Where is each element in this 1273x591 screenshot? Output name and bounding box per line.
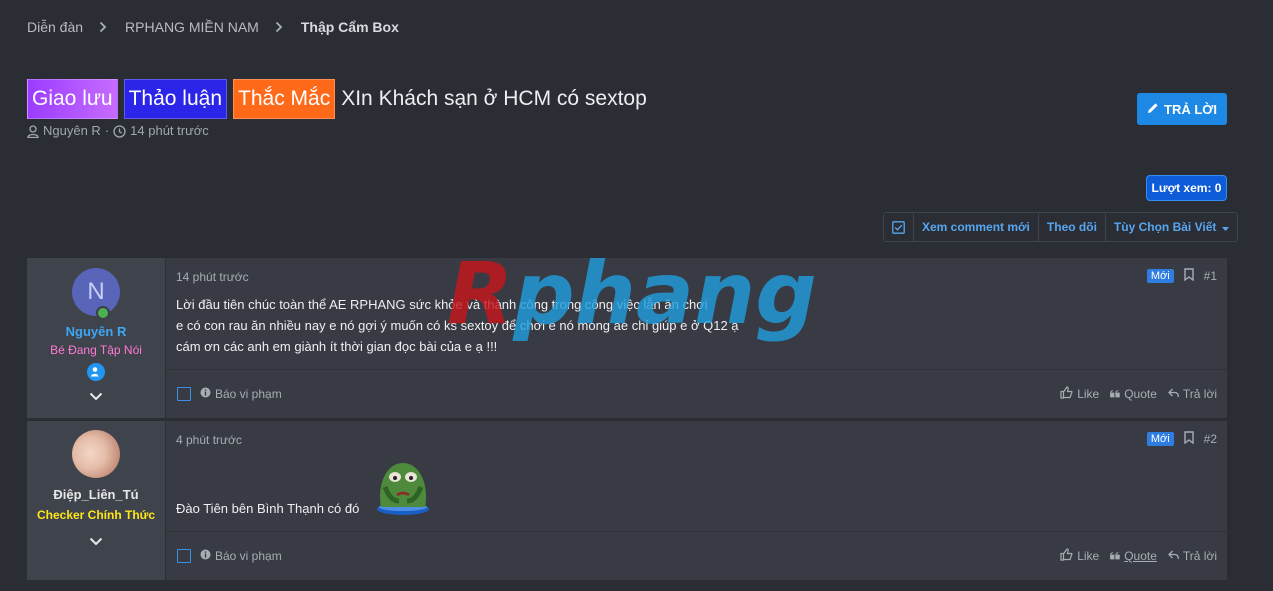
post-user-cell: N Nguyên R Bé Đang Tập Nói: [27, 258, 166, 418]
post-number[interactable]: #1: [1204, 269, 1217, 283]
thread-options-label: Tùy Chọn Bài Viết: [1113, 220, 1217, 234]
new-comments-link[interactable]: Xem comment mới: [913, 213, 1038, 241]
reply-button-label: TRẢ LỜI: [1164, 101, 1217, 117]
sticker-image: [371, 457, 435, 517]
caret-down-icon: [1222, 220, 1230, 234]
quote-icon: [1110, 549, 1120, 563]
reply-button[interactable]: TRẢ LỜI: [1137, 93, 1227, 125]
label-thao-luan[interactable]: Thảo luận: [123, 79, 228, 119]
thread-options-menu[interactable]: Tùy Chọn Bài Viết: [1104, 213, 1237, 241]
post-footer: Báo vi phạm Like Quote Trả lời: [166, 369, 1227, 418]
bookmark-icon[interactable]: [1183, 431, 1194, 447]
post-line: Đào Tiên bên Bình Thạnh có đó: [176, 501, 360, 516]
quote-label: Quote: [1124, 549, 1157, 563]
post-body: Đào Tiên bên Bình Thạnh có đó: [176, 498, 359, 519]
breadcrumb-forum[interactable]: Diễn đàn: [27, 19, 83, 35]
post-actions: Like Quote Trả lời: [1060, 532, 1217, 580]
pencil-icon: [1147, 102, 1159, 117]
like-button[interactable]: Like: [1060, 386, 1099, 402]
like-label: Like: [1077, 549, 1100, 563]
breadcrumb: Diễn đàn RPHANG MIỀN NAM Thập Cẩm Box: [27, 19, 399, 35]
post-meta-right: Mới #1: [1146, 268, 1217, 284]
views-badge: Lượt xem: 0: [1146, 175, 1227, 201]
post-2: Điệp_Liên_Tú Checker Chính Thức 4 phút t…: [27, 421, 1227, 580]
post-content-cell: 4 phút trước Mới #2 Đào Tiên bên Bình Th…: [166, 421, 1227, 580]
label-giao-luu[interactable]: Giao lưu: [27, 79, 118, 119]
quote-label: Quote: [1124, 387, 1157, 401]
report-link[interactable]: Báo vi phạm: [200, 549, 282, 563]
post-content-cell: 14 phút trước Mới #1 Lời đầu tiên chúc t…: [166, 258, 1227, 418]
thread-title-row: Giao lưu Thảo luận Thắc Mắc XIn Khách sạ…: [27, 79, 647, 119]
post-1: N Nguyên R Bé Đang Tập Nói 14 phút trước…: [27, 258, 1227, 418]
post-select-checkbox[interactable]: [177, 387, 191, 401]
meta-separator: ·: [104, 123, 110, 139]
post-line: e có con rau ăn nhiều nay e nó gợi ý muố…: [176, 318, 739, 333]
post-user-cell: Điệp_Liên_Tú Checker Chính Thức: [27, 421, 166, 580]
new-badge: Mới: [1146, 269, 1174, 283]
report-link[interactable]: Báo vi phạm: [200, 387, 282, 401]
reply-arrow-icon: [1167, 387, 1179, 401]
username[interactable]: Điệp_Liên_Tú: [27, 487, 165, 502]
breadcrumb-current[interactable]: Thập Cẩm Box: [301, 19, 399, 35]
breadcrumb-region[interactable]: RPHANG MIỀN NAM: [125, 19, 259, 35]
thread-author[interactable]: Nguyên R: [43, 123, 101, 138]
post-select-checkbox[interactable]: [177, 549, 191, 563]
thread-meta: Nguyên R · 14 phút trước: [27, 123, 209, 139]
post-time[interactable]: 4 phút trước: [176, 433, 242, 447]
reply-post-button[interactable]: Trả lời: [1167, 549, 1217, 563]
reply-label: Trả lời: [1182, 549, 1217, 563]
post-line: cám ơn các anh em giành ít thời gian đọc…: [176, 339, 498, 354]
username[interactable]: Nguyên R: [27, 324, 165, 339]
user-title: Checker Chính Thức: [36, 508, 156, 522]
chevron-right-icon: [275, 21, 287, 33]
quote-icon: [1110, 387, 1120, 401]
reply-post-button[interactable]: Trả lời: [1167, 387, 1217, 401]
new-badge: Mới: [1146, 432, 1174, 446]
page-title: XIn Khách sạn ở HCM có sextop: [341, 87, 647, 110]
avatar-letter: N: [87, 278, 105, 305]
info-icon: [200, 549, 211, 563]
avatar[interactable]: [72, 430, 120, 478]
reply-label: Trả lời: [1182, 387, 1217, 401]
thread-filter-bar: Xem comment mới Theo dõi Tùy Chọn Bài Vi…: [883, 212, 1239, 242]
chevron-down-icon[interactable]: [27, 537, 165, 546]
member-badge-icon: [87, 363, 105, 381]
thumbs-up-icon: [1060, 548, 1073, 564]
reply-arrow-icon: [1167, 549, 1179, 563]
post-number[interactable]: #2: [1204, 432, 1217, 446]
thread-time[interactable]: 14 phút trước: [130, 123, 209, 138]
select-all-checkbox[interactable]: [884, 213, 913, 241]
post-actions: Like Quote Trả lời: [1060, 370, 1217, 418]
quote-button[interactable]: Quote: [1110, 387, 1157, 401]
post-meta-right: Mới #2: [1146, 431, 1217, 447]
info-icon: [200, 387, 211, 401]
post-footer: Báo vi phạm Like Quote Trả lời: [166, 531, 1227, 580]
post-line: Lời đầu tiên chúc toàn thể AE RPHANG sức…: [176, 297, 708, 312]
post-time[interactable]: 14 phút trước: [176, 270, 249, 284]
post-body: Lời đầu tiên chúc toàn thể AE RPHANG sức…: [176, 294, 739, 357]
user-icon: [27, 123, 39, 139]
quote-button[interactable]: Quote: [1110, 549, 1157, 563]
like-label: Like: [1077, 387, 1100, 401]
online-status-icon: [96, 306, 110, 320]
thumbs-up-icon: [1060, 386, 1073, 402]
report-label: Báo vi phạm: [215, 387, 282, 401]
bookmark-icon[interactable]: [1183, 268, 1194, 284]
like-button[interactable]: Like: [1060, 548, 1099, 564]
report-label: Báo vi phạm: [215, 549, 282, 563]
chevron-right-icon: [99, 21, 111, 33]
avatar[interactable]: N: [72, 268, 120, 320]
follow-link[interactable]: Theo dõi: [1037, 213, 1105, 241]
user-title: Bé Đang Tập Nói: [50, 343, 142, 357]
label-thac-mac[interactable]: Thắc Mắc: [233, 79, 336, 119]
chevron-down-icon[interactable]: [27, 392, 165, 401]
clock-icon: [113, 123, 126, 138]
